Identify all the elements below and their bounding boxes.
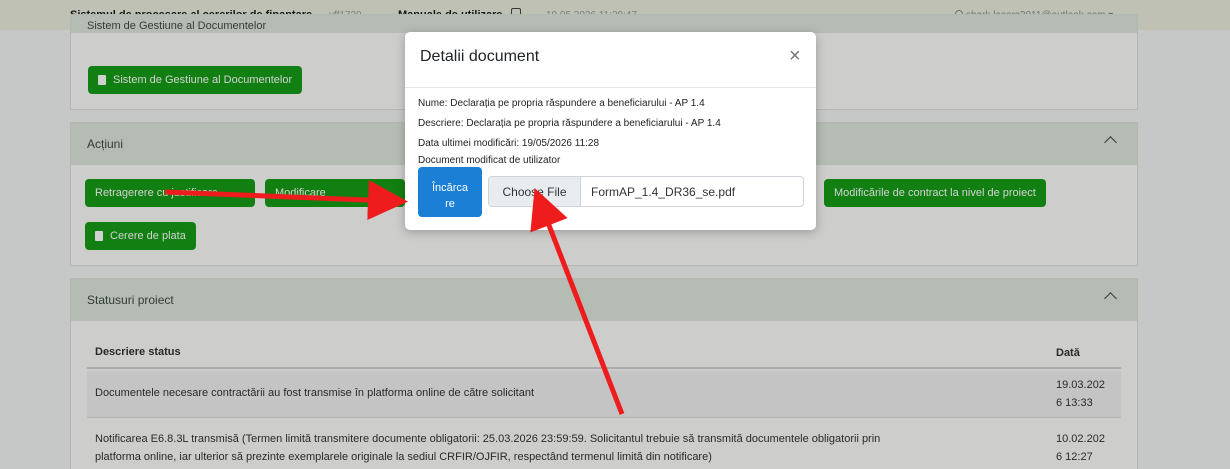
statusuri-header[interactable]: Statusuri proiect (71, 279, 1137, 321)
column-description: Descriere status (95, 346, 181, 358)
status-date-line: 19.03.202 (1056, 379, 1105, 391)
chevron-up-icon[interactable] (1104, 136, 1117, 149)
status-date-line: 6 13:33 (1056, 397, 1093, 409)
withdraw-label: Retragerere cu justificare (95, 187, 218, 199)
document-modified-date: Data ultimei modificări: 19/05/2026 11:2… (418, 138, 600, 149)
document-modified-by: Document modificat de utilizator (418, 155, 561, 166)
document-management-button[interactable]: Sistem de Gestiune al Documentelor (88, 66, 303, 94)
contract-modifications-button[interactable]: Modificările de contract la nivel de pro… (824, 179, 1046, 207)
document-icon (98, 75, 106, 85)
document-details-modal: Detalii document × Nume: Declarația pe p… (405, 32, 816, 230)
status-description: Documentele necesare contractării au fos… (95, 387, 534, 399)
document-icon (95, 231, 103, 241)
status-date-line: 6 12:27 (1056, 451, 1093, 463)
upload-label-line: re (445, 198, 455, 210)
status-date: 19.03.202 6 13:33 (1056, 376, 1116, 412)
payment-request-button[interactable]: Cerere de plata (85, 222, 196, 250)
chevron-up-icon[interactable] (1104, 292, 1117, 305)
choose-file-button[interactable]: Choose File (489, 177, 581, 206)
selected-file-name: FormAP_1.4_DR36_se.pdf (591, 184, 736, 199)
status-description-line: Notificarea E6.8.3L transmisă (Termen li… (95, 433, 881, 445)
modify-label: Modificare (275, 187, 326, 199)
column-date: Dată (1056, 347, 1080, 359)
status-description-line: platforma online, iar ulterior să prezin… (95, 451, 712, 463)
withdraw-button[interactable]: Retragerere cu justificare (85, 179, 255, 207)
document-management-label: Sistem de Gestiune al Documentelor (113, 74, 293, 86)
table-row: Documentele necesare contractării au fos… (87, 371, 1121, 417)
close-icon[interactable]: × (789, 46, 801, 66)
contract-modifications-label: Modificările de contract la nivel de pro… (834, 187, 1036, 199)
statusuri-title: Statusuri proiect (87, 293, 174, 307)
statusuri-card: Statusuri proiect Descriere status Dată … (70, 278, 1138, 469)
modify-button[interactable]: Modificare (265, 179, 405, 207)
file-input[interactable]: Choose File FormAP_1.4_DR36_se.pdf (488, 176, 804, 207)
gestiune-header[interactable]: Sistem de Gestiune al Documentelor (71, 15, 1137, 33)
status-description: Notificarea E6.8.3L transmisă (Termen li… (95, 430, 880, 466)
actiuni-title: Acțiuni (87, 137, 124, 151)
upload-label-line: Încărca (431, 182, 469, 194)
document-description: Descriere: Declarația pe propria răspund… (418, 118, 721, 129)
status-date-line: 10.02.202 (1056, 433, 1105, 445)
gestiune-title: Sistem de Gestiune al Documentelor (87, 20, 267, 32)
table-row: Notificarea E6.8.3L transmisă (Termen li… (87, 417, 1121, 469)
modal-divider (405, 87, 816, 88)
modal-title: Detalii document (420, 48, 540, 65)
payment-request-label: Cerere de plata (110, 230, 186, 242)
status-date: 10.02.202 6 12:27 (1056, 430, 1116, 466)
upload-button[interactable]: Încărca re (418, 167, 482, 217)
table-header: Descriere status Dată (87, 335, 1121, 369)
document-name: Nume: Declarația pe propria răspundere a… (418, 98, 705, 109)
